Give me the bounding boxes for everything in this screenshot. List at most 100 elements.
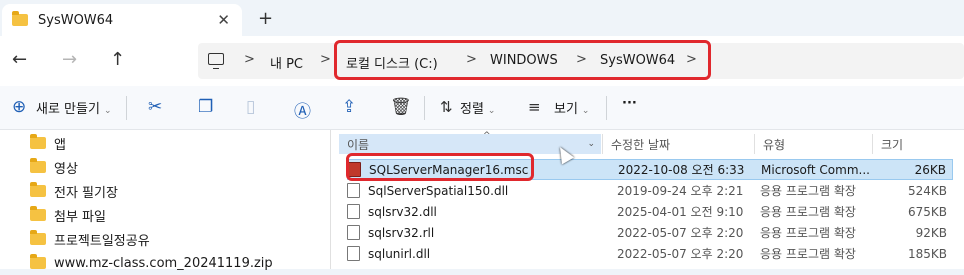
command-bar: ⊕ 새로 만들기 ⌄ ✂ ❐ ▯ Ⓐ ⇪ 🗑 ⇅ 정렬 ⌄ ≡ 보기 ⌄ ··· [0, 86, 964, 130]
file-date: 2022-05-07 오후 2:20 [617, 226, 744, 240]
file-name: SQLServerManager16.msc [369, 162, 529, 177]
file-row[interactable]: SQLServerManager16.msc 2022-10-08 오전 6:3… [347, 159, 953, 180]
breadcrumb-windows[interactable]: WINDOWS [490, 53, 558, 68]
breadcrumb-pc[interactable]: 내 PC [270, 53, 303, 72]
sidebar-item-label: 첨부 파일 [54, 209, 106, 225]
add-icon: ⊕ [12, 97, 27, 117]
delete-icon[interactable]: 🗑 [390, 97, 412, 117]
chevron-right-icon[interactable]: > [576, 52, 587, 67]
rename-icon[interactable]: Ⓐ [294, 97, 311, 122]
chevron-right-icon[interactable]: > [466, 52, 477, 67]
file-type: Microsoft Comm... [761, 162, 870, 177]
chevron-down-icon: ⌄ [581, 106, 590, 116]
file-date: 2025-04-01 오전 9:10 [617, 205, 744, 219]
sidebar-item-zip[interactable]: www.mz-class.com_20241119.zip [30, 251, 273, 275]
sidebar-item-label: 영상 [54, 161, 78, 177]
column-header-size[interactable]: 크기 [872, 134, 964, 154]
sidebar-item-label: www.mz-class.com_20241119.zip [54, 255, 273, 271]
file-size: 524KB [907, 183, 947, 198]
sidebar-item-app[interactable]: 앱 [30, 131, 66, 155]
chevron-down-icon: ⌄ [487, 106, 496, 116]
file-type: 응용 프로그램 확장 [760, 184, 856, 198]
file-size: 26KB [914, 162, 946, 177]
file-date: 2022-10-08 오전 6:33 [618, 163, 745, 177]
file-row[interactable]: sqlsrv32.rll 2022-05-07 오후 2:20 응용 프로그램 … [347, 222, 953, 243]
close-icon[interactable]: ✕ [217, 11, 230, 29]
sidebar-item-video[interactable]: 영상 [30, 155, 78, 179]
copy-icon[interactable]: ❐ [198, 97, 213, 117]
folder-icon [12, 11, 28, 26]
dll-file-icon [347, 204, 360, 219]
file-type: 응용 프로그램 확장 [760, 226, 856, 240]
dll-file-icon [347, 183, 360, 198]
address-bar-row: ← → ↑ > 내 PC > 로컬 디스크 (C:) > WINDOWS > S… [0, 36, 964, 86]
new-button-label: 새로 만들기 [36, 102, 100, 117]
chevron-down-icon[interactable]: ⌄ [587, 139, 595, 149]
folder-icon [30, 254, 46, 269]
folder-icon [30, 134, 46, 149]
file-name: sqlunirl.dll [368, 246, 431, 261]
up-button[interactable]: ↑ [110, 49, 125, 70]
sidebar-item-project[interactable]: 프로젝트일정공유 [30, 227, 150, 251]
toolbar-divider [606, 96, 607, 120]
folder-icon [30, 182, 46, 197]
chevron-right-icon[interactable]: > [320, 52, 331, 67]
file-size: 185KB [907, 246, 947, 261]
sort-caret-icon: ^ [483, 131, 491, 141]
file-size: 675KB [907, 204, 947, 219]
file-date: 2019-09-24 오후 2:21 [617, 184, 744, 198]
column-header-label: 크기 [881, 137, 904, 152]
forward-button[interactable]: → [62, 49, 77, 70]
breadcrumb[interactable]: > 내 PC > 로컬 디스크 (C:) > WINDOWS > SysWOW6… [198, 43, 964, 79]
toolbar-divider [126, 96, 127, 120]
sidebar-item-label: 프로젝트일정공유 [54, 233, 150, 249]
sidebar-item-notebook[interactable]: 전자 필기장 [30, 179, 118, 203]
view-label: 보기 [554, 102, 578, 117]
column-header-type[interactable]: 유형 [754, 134, 872, 154]
sort-button[interactable]: 정렬 ⌄ [460, 98, 495, 117]
sidebar-item-attachments[interactable]: 첨부 파일 [30, 203, 106, 227]
tab-syswow64[interactable]: SysWOW64 ✕ [2, 4, 242, 36]
file-type: 응용 프로그램 확장 [760, 247, 856, 261]
sort-label: 정렬 [460, 102, 484, 117]
chevron-down-icon: ⌄ [103, 106, 112, 116]
msc-file-icon [348, 162, 361, 177]
navigation-pane: 앱 영상 전자 필기장 첨부 파일 프로젝트일정공유 www.mz-class.… [0, 130, 330, 271]
file-row[interactable]: SqlServerSpatial150.dll 2019-09-24 오후 2:… [347, 180, 953, 201]
tab-title: SysWOW64 [38, 12, 114, 28]
paste-icon[interactable]: ▯ [246, 97, 255, 117]
column-header-label: 수정한 날짜 [611, 137, 671, 152]
rll-file-icon [347, 225, 360, 240]
breadcrumb-current[interactable]: SysWOW64 [600, 53, 675, 68]
file-row[interactable]: sqlsrv32.dll 2025-04-01 오전 9:10 응용 프로그램 … [347, 201, 953, 222]
new-button[interactable]: 새로 만들기 ⌄ [36, 98, 111, 117]
sidebar-item-label: 전자 필기장 [54, 185, 118, 201]
file-name: sqlsrv32.rll [368, 225, 435, 240]
column-header-date[interactable]: 수정한 날짜 [602, 134, 744, 154]
file-type: 응용 프로그램 확장 [760, 205, 856, 219]
toolbar-divider [424, 96, 425, 120]
back-button[interactable]: ← [12, 49, 27, 70]
file-row[interactable]: sqlunirl.dll 2022-05-07 오후 2:20 응용 프로그램 … [347, 243, 953, 264]
tab-bar: SysWOW64 ✕ + [0, 0, 964, 36]
file-size: 92KB [915, 225, 947, 240]
column-header-label: 유형 [763, 137, 786, 152]
file-name: SqlServerSpatial150.dll [368, 183, 509, 198]
cut-icon[interactable]: ✂ [148, 97, 162, 117]
view-icon: ≡ [528, 98, 541, 116]
sort-icon: ⇅ [440, 98, 453, 116]
file-name: sqlsrv32.dll [368, 204, 437, 219]
computer-icon [208, 53, 224, 69]
share-icon[interactable]: ⇪ [342, 97, 356, 117]
folder-icon [30, 206, 46, 221]
sidebar-item-label: 앱 [54, 137, 66, 153]
chevron-right-icon[interactable]: > [244, 52, 255, 67]
dll-file-icon [347, 246, 360, 261]
view-button[interactable]: 보기 ⌄ [554, 98, 589, 117]
file-list: 이름 ^ ⌄ 수정한 날짜 유형 크기 SQLServerManager16.m… [331, 130, 964, 269]
new-tab-button[interactable]: + [258, 8, 273, 29]
breadcrumb-drive[interactable]: 로컬 디스크 (C:) [346, 53, 438, 72]
column-header-label: 이름 [347, 137, 370, 152]
chevron-right-icon[interactable]: > [686, 52, 697, 67]
more-options-button[interactable]: ··· [622, 96, 637, 111]
